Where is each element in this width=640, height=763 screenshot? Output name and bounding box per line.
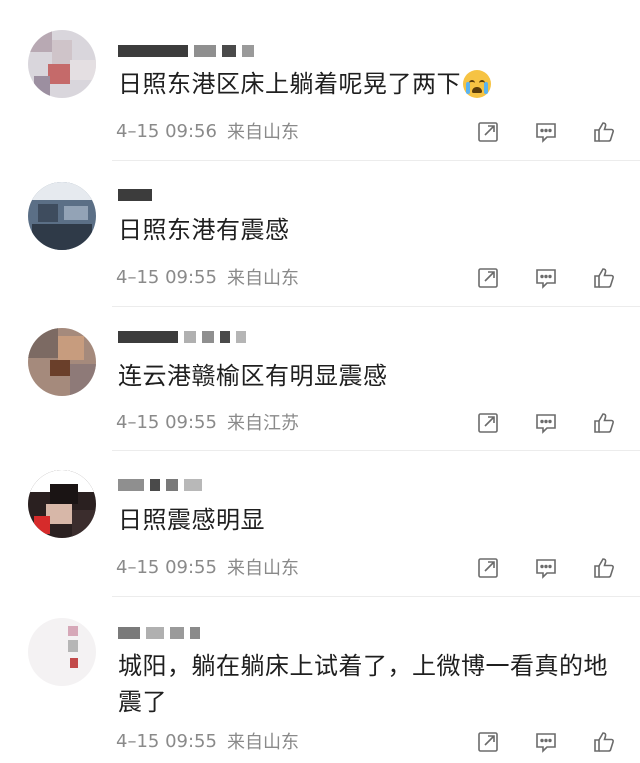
- comment-item: 日照震感明显 4–15 09:55 来自山东: [0, 450, 640, 597]
- username-blurred[interactable]: [118, 618, 206, 648]
- share-icon[interactable]: [476, 120, 500, 144]
- comment-date: 4–15 09:55: [116, 556, 217, 578]
- share-icon[interactable]: [476, 266, 500, 290]
- comment-text-content: 城阳，躺在躺床上试着了，上微博一看真的地震了: [118, 652, 608, 716]
- comment-actions: [476, 264, 616, 292]
- thumbs-up-icon[interactable]: [592, 411, 616, 435]
- comment-text: 日照东港区床上躺着呢晃了两下: [118, 66, 620, 102]
- share-icon[interactable]: [476, 730, 500, 754]
- comment-actions: [476, 118, 616, 146]
- username-blurred[interactable]: [118, 36, 260, 66]
- comment-meta: 4–15 09:56 来自山东: [116, 118, 299, 144]
- comment-location: 来自江苏: [226, 413, 299, 434]
- comment-icon[interactable]: [534, 556, 558, 580]
- username-blurred[interactable]: [118, 470, 208, 500]
- crying-face-icon: [463, 70, 491, 98]
- comment-location: 来自山东: [226, 558, 299, 579]
- comment-meta: 4–15 09:55 来自山东: [116, 264, 299, 290]
- comment-icon[interactable]: [534, 730, 558, 754]
- comment-icon[interactable]: [534, 411, 558, 435]
- comment-text: 连云港赣榆区有明显震感: [118, 358, 620, 394]
- comment-actions: [476, 409, 616, 437]
- comment-date: 4–15 09:56: [116, 120, 217, 142]
- thumbs-up-icon[interactable]: [592, 266, 616, 290]
- comment-location: 来自山东: [226, 732, 299, 753]
- comment-item: 日照东港区床上躺着呢晃了两下 4–15 09:56 来自山东: [0, 0, 640, 161]
- comment-date: 4–15 09:55: [116, 730, 217, 752]
- comment-text: 城阳，躺在躺床上试着了，上微博一看真的地震了: [118, 648, 620, 720]
- comment-date: 4–15 09:55: [116, 266, 217, 288]
- comment-actions: [476, 728, 616, 756]
- thumbs-up-icon[interactable]: [592, 120, 616, 144]
- comment-meta: 4–15 09:55 来自山东: [116, 554, 299, 580]
- comment-icon[interactable]: [534, 120, 558, 144]
- avatar[interactable]: [28, 182, 96, 250]
- thumbs-up-icon[interactable]: [592, 556, 616, 580]
- comment-text-content: 连云港赣榆区有明显震感: [118, 362, 388, 390]
- avatar[interactable]: [28, 618, 96, 686]
- avatar[interactable]: [28, 30, 96, 98]
- comment-meta: 4–15 09:55 来自山东: [116, 728, 299, 754]
- share-icon[interactable]: [476, 411, 500, 435]
- thumbs-up-icon[interactable]: [592, 730, 616, 754]
- comment-icon[interactable]: [534, 266, 558, 290]
- comment-item: 日照东港有震感 4–15 09:55 来自山东: [0, 160, 640, 307]
- comment-text: 日照震感明显: [118, 502, 620, 538]
- comment-item: 连云港赣榆区有明显震感 4–15 09:55 来自江苏: [0, 306, 640, 451]
- avatar[interactable]: [28, 328, 96, 396]
- share-icon[interactable]: [476, 556, 500, 580]
- comment-actions: [476, 554, 616, 582]
- comment-item: 城阳，躺在躺床上试着了，上微博一看真的地震了 4–15 09:55 来自山东: [0, 596, 640, 763]
- comment-date: 4–15 09:55: [116, 411, 217, 433]
- avatar[interactable]: [28, 470, 96, 538]
- comment-text-content: 日照震感明显: [118, 506, 265, 534]
- username-blurred[interactable]: [118, 322, 252, 352]
- username-blurred[interactable]: [118, 180, 158, 210]
- comment-text-content: 日照东港区床上躺着呢晃了两下: [118, 70, 461, 98]
- comment-location: 来自山东: [226, 268, 299, 289]
- comment-text-content: 日照东港有震感: [118, 216, 290, 244]
- comment-location: 来自山东: [226, 122, 299, 143]
- comment-text: 日照东港有震感: [118, 212, 620, 248]
- comment-meta: 4–15 09:55 来自江苏: [116, 409, 299, 435]
